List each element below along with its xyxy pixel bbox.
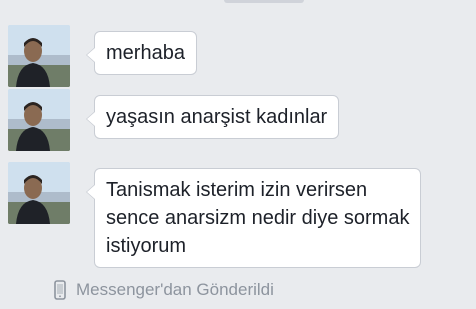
- message-bubble[interactable]: yaşasın anarşist kadınlar: [85, 95, 340, 139]
- avatar[interactable]: [8, 25, 70, 87]
- message-text-line: istiyorum: [106, 235, 187, 257]
- message-text: yaşasın anarşist kadınlar: [106, 106, 328, 128]
- sent-from-label: Messenger'dan Gönderildi: [76, 280, 274, 299]
- avatar-photo: [8, 89, 70, 151]
- message-bubble[interactable]: merhaba: [86, 31, 197, 75]
- message-bubble[interactable]: Tanismak isterim izin verirsen sence ana…: [85, 168, 422, 268]
- avatar[interactable]: [8, 89, 70, 151]
- avatar[interactable]: [8, 162, 70, 224]
- message-text: merhaba: [106, 42, 185, 64]
- message-text-line: sence anarsizm nedir diye sormak: [106, 207, 410, 229]
- previous-header-fragment: [224, 0, 304, 3]
- message-text-line: Tanismak isterim izin verirsen: [106, 179, 368, 201]
- avatar-photo: [8, 162, 70, 224]
- avatar-photo: [8, 25, 70, 87]
- sent-from-messenger-note: Messenger'dan Gönderildi: [52, 278, 274, 302]
- mobile-phone-icon: [52, 280, 68, 300]
